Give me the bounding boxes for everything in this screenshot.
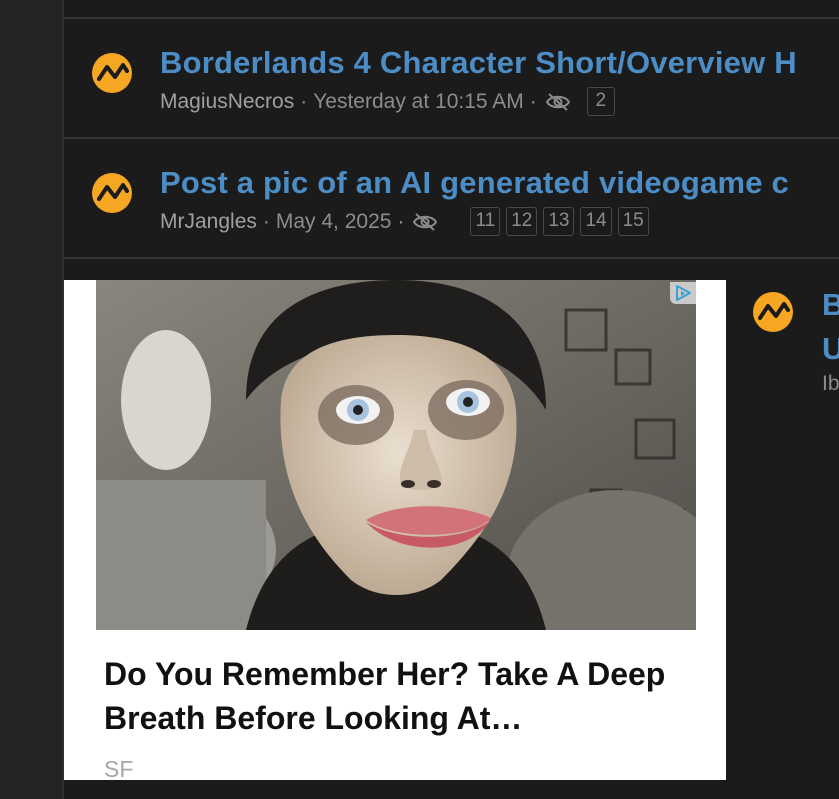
- thread-date[interactable]: Yesterday at 10:15 AM: [313, 90, 524, 114]
- page-link[interactable]: 11: [470, 207, 501, 236]
- thread-author-link[interactable]: MrJangles: [160, 210, 257, 234]
- meta-separator: ·: [262, 209, 270, 233]
- meta-separator: ·: [397, 209, 405, 233]
- avatar-icon[interactable]: [91, 52, 133, 94]
- thread-author-link[interactable]: Ib: [822, 372, 839, 396]
- thread-row-partial: [64, 0, 839, 19]
- thread-date[interactable]: May 4, 2025: [276, 210, 392, 234]
- meta-separator: ·: [529, 89, 537, 113]
- page-jump-list: 11 12 13 14 15: [470, 207, 649, 236]
- page-link[interactable]: 14: [580, 207, 612, 236]
- avatar-icon[interactable]: [91, 172, 133, 214]
- thread-row[interactable]: Borderlands 4 Character Short/Overview H…: [64, 19, 839, 139]
- left-gutter: [0, 0, 62, 799]
- thread-title-link[interactable]: Post a pic of an AI generated videogame …: [160, 165, 789, 201]
- eye-off-icon: [412, 212, 438, 232]
- thread-author-link[interactable]: MagiusNecros: [160, 90, 294, 114]
- thread-meta: MrJangles · May 4, 2025 · 11 12 13 14 15: [160, 207, 649, 236]
- ad-source[interactable]: SF: [104, 756, 133, 780]
- avatar-icon[interactable]: [752, 291, 794, 333]
- page-link[interactable]: 12: [506, 207, 538, 236]
- thread-title-link-continued[interactable]: U: [822, 331, 839, 367]
- meta-separator: ·: [300, 89, 308, 113]
- thread-title-link[interactable]: Borderlands 4 Character Short/Overview H: [160, 45, 797, 81]
- thread-row[interactable]: Post a pic of an AI generated videogame …: [64, 139, 839, 259]
- ad-image[interactable]: [96, 280, 696, 630]
- sponsored-ad[interactable]: Do You Remember Her? Take A Deep Breath …: [64, 280, 726, 780]
- ad-headline[interactable]: Do You Remember Her? Take A Deep Breath …: [104, 652, 694, 740]
- page-link[interactable]: 15: [617, 207, 649, 236]
- thread-list: Borderlands 4 Character Short/Overview H…: [62, 0, 839, 799]
- thread-title-link[interactable]: B: [822, 287, 839, 323]
- thread-row-with-ad: Do You Remember Her? Take A Deep Breath …: [64, 261, 839, 799]
- adchoices-icon[interactable]: [670, 282, 696, 304]
- eye-off-icon: [545, 92, 571, 112]
- thread-meta: MagiusNecros · Yesterday at 10:15 AM · 2: [160, 87, 615, 116]
- page-jump-list: 2: [586, 87, 615, 116]
- page-link[interactable]: 13: [543, 207, 575, 236]
- page-link[interactable]: 2: [586, 87, 615, 116]
